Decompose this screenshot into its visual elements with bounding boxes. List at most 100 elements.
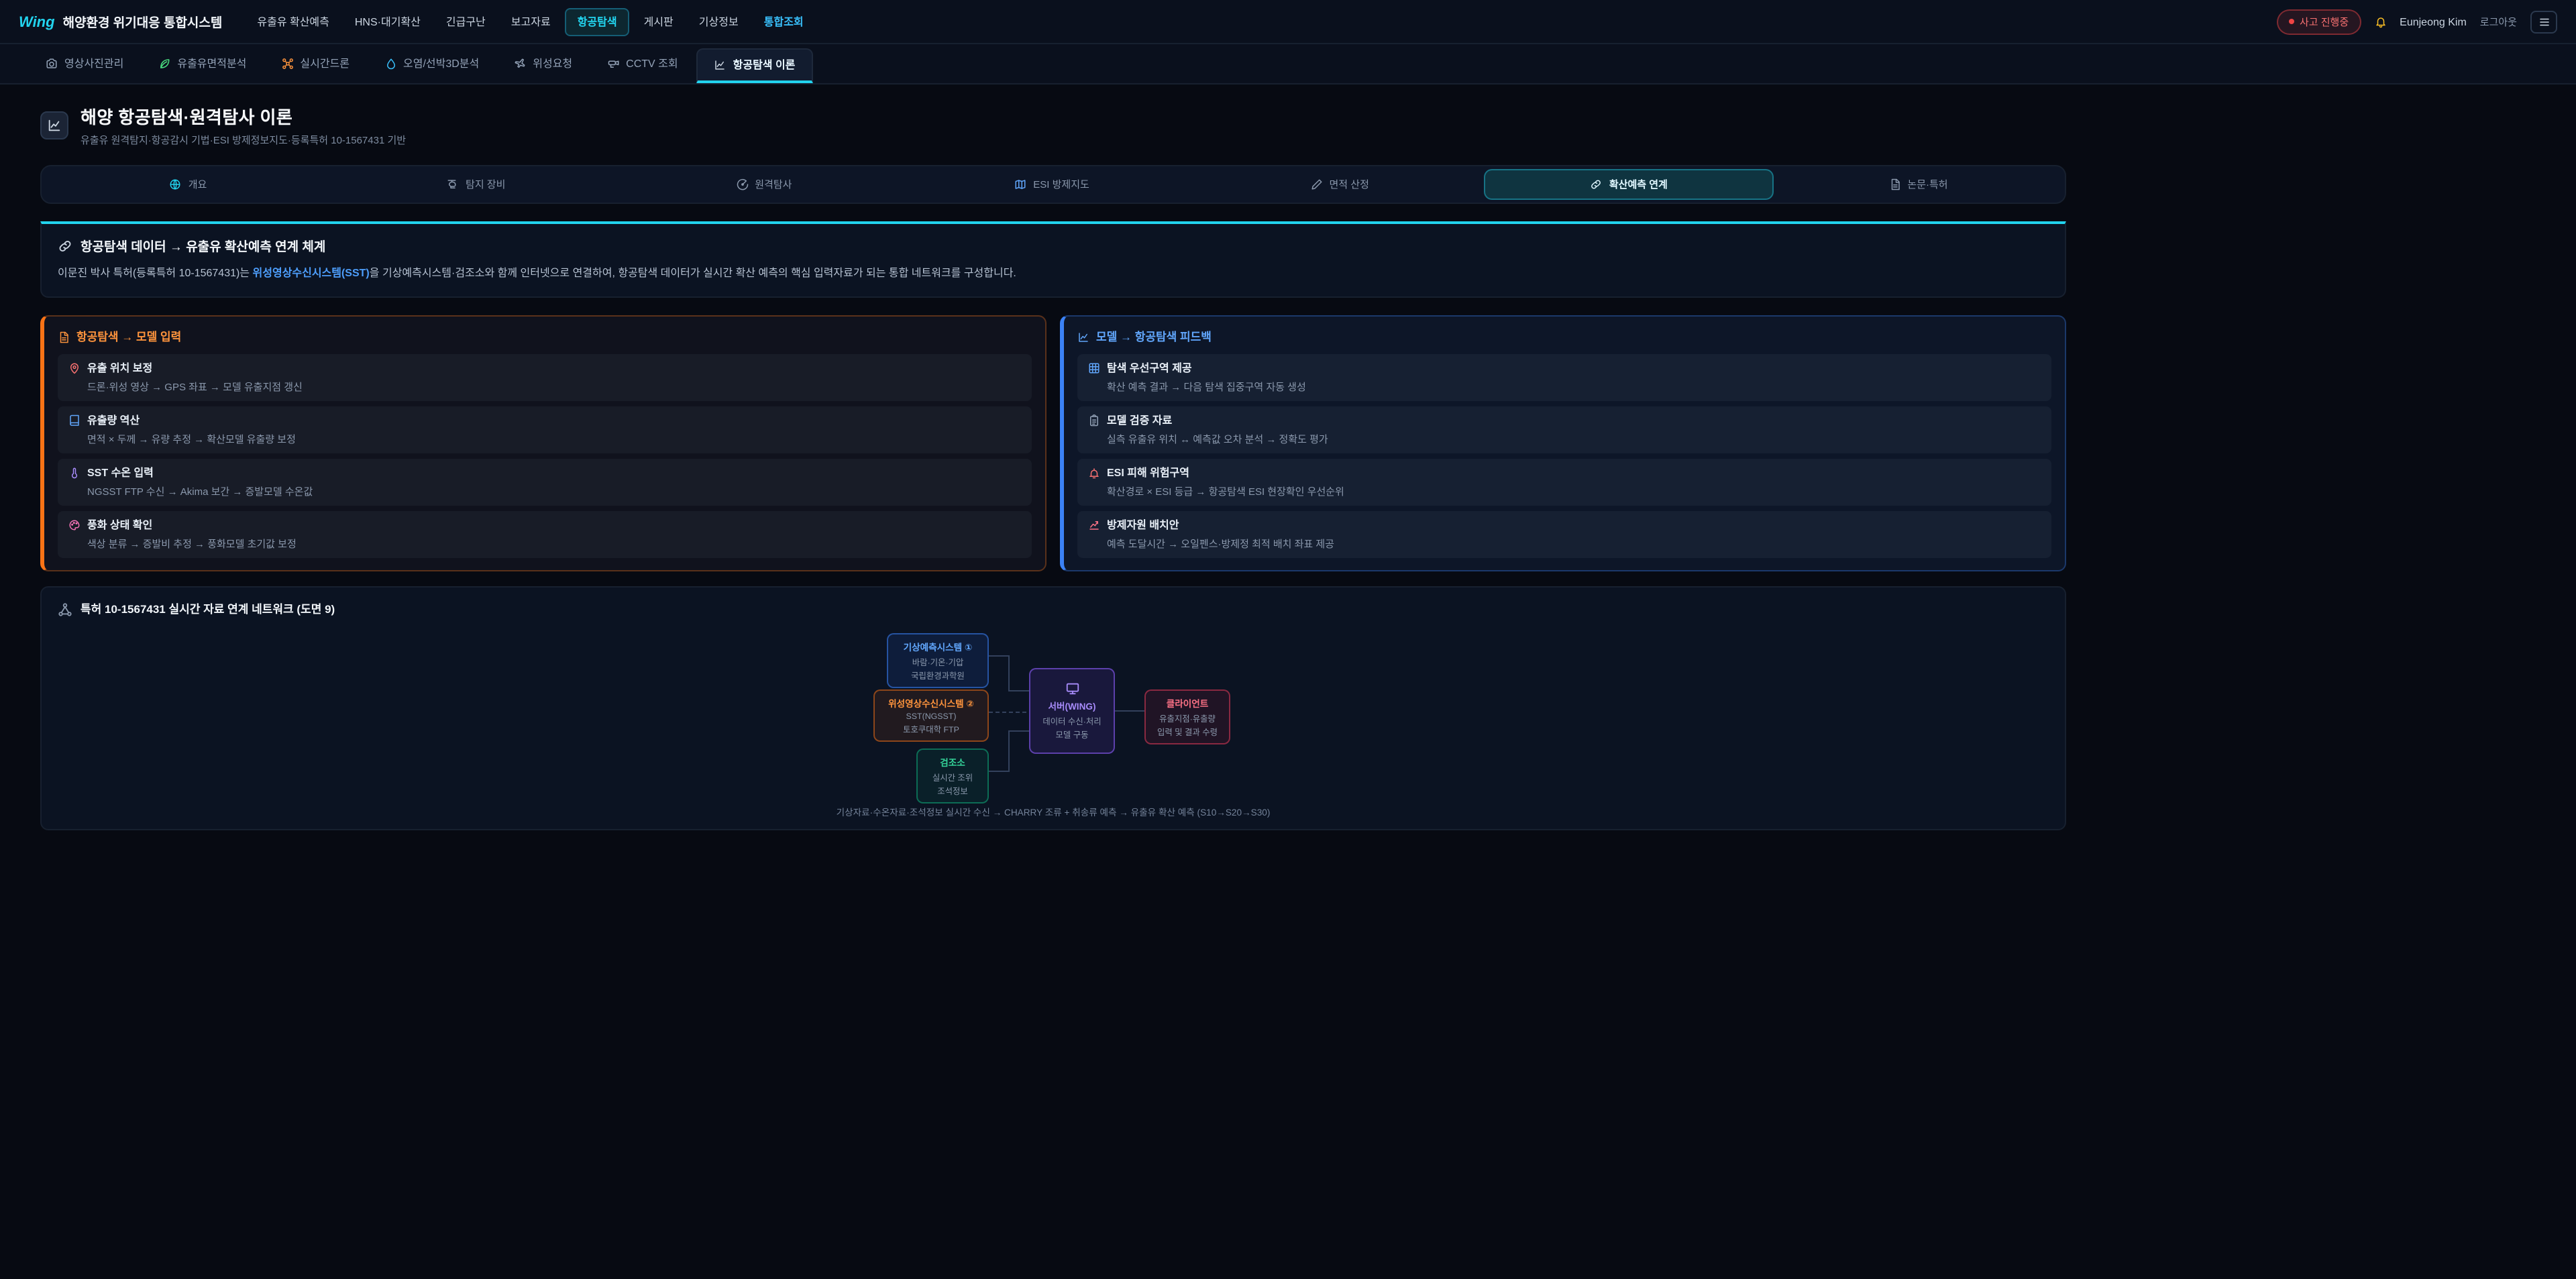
page-title: 해양 항공탐색·원격탐사 이론 [80, 103, 406, 129]
node-line: 국립환경과학원 [894, 669, 982, 681]
bell-icon[interactable] [2374, 15, 2386, 27]
item-title-row: 방제자원 배치안 [1088, 518, 2041, 533]
menu-board[interactable]: 게시판 [633, 9, 684, 34]
monitor-icon [1065, 681, 1079, 696]
incident-status-badge: 사고 진행중 [2277, 9, 2361, 34]
sub-navigation: 영상사진관리 유출유면적분석 실시간드론 오염/선박3D분석 위성요청 CCTV… [0, 44, 2576, 85]
link-icon [58, 238, 72, 253]
subnav-pollution-3d[interactable]: 오염/선박3D분석 [368, 44, 495, 83]
subnav-cctv[interactable]: CCTV 조회 [591, 44, 694, 83]
item-title-row: 유출량 역산 [68, 413, 1021, 428]
clipboard-icon [1088, 414, 1100, 427]
tab-detection-equipment[interactable]: 탐지 장비 [332, 169, 620, 200]
hamburger-menu-button[interactable] [2530, 10, 2557, 33]
tab-esi-map[interactable]: ESI 방제지도 [908, 169, 1195, 200]
content: 해양 항공탐색·원격탐사 이론 유출유 원격탐지·항공감시 기법·ESI 방제정… [40, 103, 2066, 830]
page-subtitle: 유출유 원격탐지·항공감시 기법·ESI 방제정보지도·등록특허 10-1567… [80, 133, 406, 148]
intro-body: 이문진 박사 특허(등록특허 10-1567431)는 위성영상수신시스템(SS… [58, 266, 2049, 282]
node-line: 실시간 조위 [923, 771, 982, 783]
tab-papers-patents[interactable]: 논문·특허 [1774, 169, 2062, 200]
intro-text-pre: 이문진 박사 특허(등록특허 10-1567431)는 [58, 267, 253, 279]
book-icon [68, 414, 80, 427]
subnav-realtime-drone[interactable]: 실시간드론 [265, 44, 366, 83]
menu-emergency-rescue[interactable]: 긴급구난 [435, 9, 496, 34]
main-area: 해양 항공탐색·원격탐사 이론 유출유 원격탐지·항공감시 기법·ESI 방제정… [0, 85, 2576, 830]
tab-label: 논문·특허 [1907, 177, 1947, 192]
model-input-item: 유출량 역산 면적 × 두께 → 유량 추정 → 확산모델 유출량 보정 [58, 406, 1032, 453]
item-title-row: 풍화 상태 확인 [68, 518, 1021, 533]
node-title: 검조소 [923, 755, 982, 769]
node-tide-station: 검조소 실시간 조위 조석정보 [916, 748, 989, 803]
item-title: ESI 피해 위험구역 [1107, 465, 1189, 480]
node-line: 모델 구동 [1056, 728, 1089, 740]
tab-remote-sensing[interactable]: 원격탐사 [620, 169, 908, 200]
tab-prediction-linkage[interactable]: 확산예측 연계 [1484, 169, 1774, 200]
model-feedback-item: 방제자원 배치안 예측 도달시간 → 오일펜스·방제정 최적 배치 좌표 제공 [1077, 511, 2051, 557]
menu-spill-prediction[interactable]: 유출유 확산예측 [246, 9, 340, 34]
page-header: 해양 항공탐색·원격탐사 이론 유출유 원격탐지·항공감시 기법·ESI 방제정… [40, 103, 2066, 148]
menu-weather-info[interactable]: 기상정보 [688, 9, 749, 34]
page-icon-box [40, 111, 68, 140]
node-weather-system: 기상예측시스템 ① 바람·기온·기압 국립환경과학원 [887, 633, 989, 688]
network-caption: 기상자료·수온자료·조석정보 실시간 수신 → CHARRY 조류 + 취송류 … [58, 805, 2049, 818]
tab-area-calculation[interactable]: 면적 산정 [1196, 169, 1484, 200]
node-title: 위성영상수신시스템 ② [880, 696, 982, 710]
radar-icon [736, 178, 748, 190]
menu-aerial-search[interactable]: 항공탐색 [566, 7, 629, 36]
tab-overview[interactable]: 개요 [44, 169, 332, 200]
app-title: 해양환경 위기대응 통합시스템 [63, 12, 223, 31]
subnav-image-photo[interactable]: 영상사진관리 [30, 44, 140, 83]
model-feedback-card: 모델 → 항공탐색 피드백 탐색 우선구역 제공 확산 예측 결과 → 다음 탐… [1060, 315, 2066, 571]
intro-title-row: 항공탐색 데이터 → 유출유 확산예측 연계 체계 [58, 236, 2049, 255]
helicopter-icon [447, 178, 459, 190]
menu-hns-atmosphere[interactable]: HNS·대기확산 [344, 9, 431, 34]
card-title: 항공탐색 → 모델 입력 [76, 329, 181, 345]
node-line: 입력 및 결과 수령 [1151, 726, 1224, 738]
model-feedback-item: 탐색 우선구역 제공 확산 예측 결과 → 다음 탐색 집중구역 자동 생성 [1077, 354, 2051, 400]
main-menu: 유출유 확산예측 HNS·대기확산 긴급구난 보고자료 항공탐색 게시판 기상정… [246, 7, 814, 36]
topnav-right: 사고 진행중 Eunjeong Kim 로그아웃 [2277, 9, 2557, 34]
subnav-aerial-theory[interactable]: 항공탐색 이론 [697, 48, 813, 83]
sst-link[interactable]: 위성영상수신시스템(SST) [253, 267, 370, 279]
palette-icon [68, 519, 80, 531]
node-line: 조석정보 [923, 785, 982, 797]
node-line: 데이터 수신·처리 [1042, 714, 1101, 726]
drone-icon [281, 58, 293, 70]
item-desc: 실측 유출유 위치 ↔ 예측값 오차 분석 → 정확도 평가 [1088, 431, 2041, 446]
bar-chart-icon [1077, 331, 1089, 343]
app-root: Wing 해양환경 위기대응 통합시스템 유출유 확산예측 HNS·대기확산 긴… [0, 0, 2576, 1279]
subnav-label: 위성요청 [533, 56, 572, 71]
network-icon [58, 602, 72, 616]
subnav-oil-area-analysis[interactable]: 유출유면적분석 [142, 44, 262, 83]
camera-icon [46, 58, 58, 70]
model-input-item: SST 수온 입력 NGSST FTP 수신 → Akima 보간 → 증발모델… [58, 459, 1032, 505]
model-input-card-title-row: 항공탐색 → 모델 입력 [58, 329, 1032, 345]
top-navigation: Wing 해양환경 위기대응 통합시스템 유출유 확산예측 HNS·대기확산 긴… [0, 0, 2576, 44]
network-title-row: 특허 10-1567431 실시간 자료 연계 네트워크 (도면 9) [58, 601, 2049, 617]
subnav-satellite-request[interactable]: 위성요청 [498, 44, 588, 83]
item-desc: NGSST FTP 수신 → Akima 보간 → 증발모델 수온값 [68, 484, 1021, 498]
item-title-row: SST 수온 입력 [68, 465, 1021, 480]
menu-integrated-search[interactable]: 통합조회 [753, 9, 814, 34]
model-feedback-card-title-row: 모델 → 항공탐색 피드백 [1077, 329, 2051, 345]
status-badge-label: 사고 진행중 [2300, 14, 2349, 29]
item-title: 유출량 역산 [87, 413, 140, 428]
chart-icon [47, 118, 62, 133]
chart-up-icon [1088, 519, 1100, 531]
item-title: SST 수온 입력 [87, 465, 154, 480]
item-desc: 드론·위성 영상 → GPS 좌표 → 모델 유출지점 갱신 [68, 379, 1021, 394]
node-line: 바람·기온·기압 [894, 655, 982, 667]
theory-tabbar: 개요 탐지 장비 원격탐사 ESI 방제지도 면적 산정 [40, 165, 2066, 204]
item-title: 탐색 우선구역 제공 [1107, 361, 1192, 376]
logo-wing: Wing [19, 15, 55, 31]
model-input-item: 유출 위치 보정 드론·위성 영상 → GPS 좌표 → 모델 유출지점 갱신 [58, 354, 1032, 400]
document-icon [58, 331, 70, 343]
logout-button[interactable]: 로그아웃 [2480, 14, 2517, 29]
menu-reports[interactable]: 보고자료 [500, 9, 561, 34]
brand[interactable]: Wing 해양환경 위기대응 통합시스템 [19, 12, 222, 31]
hamburger-icon [2538, 15, 2550, 27]
item-desc: 예측 도달시간 → 오일펜스·방제정 최적 배치 좌표 제공 [1088, 536, 2041, 551]
subnav-label: 오염/선박3D분석 [403, 56, 479, 71]
model-feedback-item: ESI 피해 위험구역 확산경로 × ESI 등급 → 항공탐색 ESI 현장확… [1077, 459, 2051, 505]
document-icon [1888, 178, 1900, 190]
